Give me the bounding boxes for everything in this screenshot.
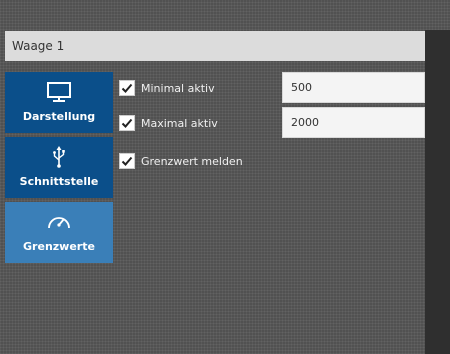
scale-title: Waage 1 xyxy=(12,39,65,53)
nav-tile-label: Schnittstelle xyxy=(19,175,99,188)
min-value: 500 xyxy=(291,81,312,94)
max-value: 2000 xyxy=(291,116,319,129)
nav-tile-grenzwerte[interactable]: Grenzwerte xyxy=(5,202,113,263)
report-limit-label: Grenzwert melden xyxy=(141,154,243,168)
monitor-icon xyxy=(5,80,113,104)
checkmark-icon xyxy=(121,156,133,166)
report-limit-checkbox-row[interactable]: Grenzwert melden xyxy=(119,152,243,170)
min-active-label: Minimal aktiv xyxy=(141,81,215,95)
nav-tile-darstellung[interactable]: Darstellung xyxy=(5,72,113,133)
usb-icon xyxy=(5,145,113,169)
nav-tile-schnittstelle[interactable]: Schnittstelle xyxy=(5,137,113,198)
min-value-input[interactable]: 500 xyxy=(282,72,425,103)
gauge-icon xyxy=(5,210,113,234)
nav-tile-label: Grenzwerte xyxy=(23,240,95,253)
report-limit-checkbox[interactable] xyxy=(119,153,135,169)
right-panel-edge xyxy=(425,30,450,354)
max-active-checkbox-row[interactable]: Maximal aktiv xyxy=(119,114,218,132)
checkmark-icon xyxy=(121,118,133,128)
max-active-checkbox[interactable] xyxy=(119,115,135,131)
max-active-label: Maximal aktiv xyxy=(141,116,218,130)
nav-tile-label: Darstellung xyxy=(22,110,96,123)
min-active-checkbox-row[interactable]: Minimal aktiv xyxy=(119,79,215,97)
min-active-checkbox[interactable] xyxy=(119,80,135,96)
scale-title-bar: Waage 1 xyxy=(5,31,425,61)
max-value-input[interactable]: 2000 xyxy=(282,107,425,138)
checkmark-icon xyxy=(121,83,133,93)
